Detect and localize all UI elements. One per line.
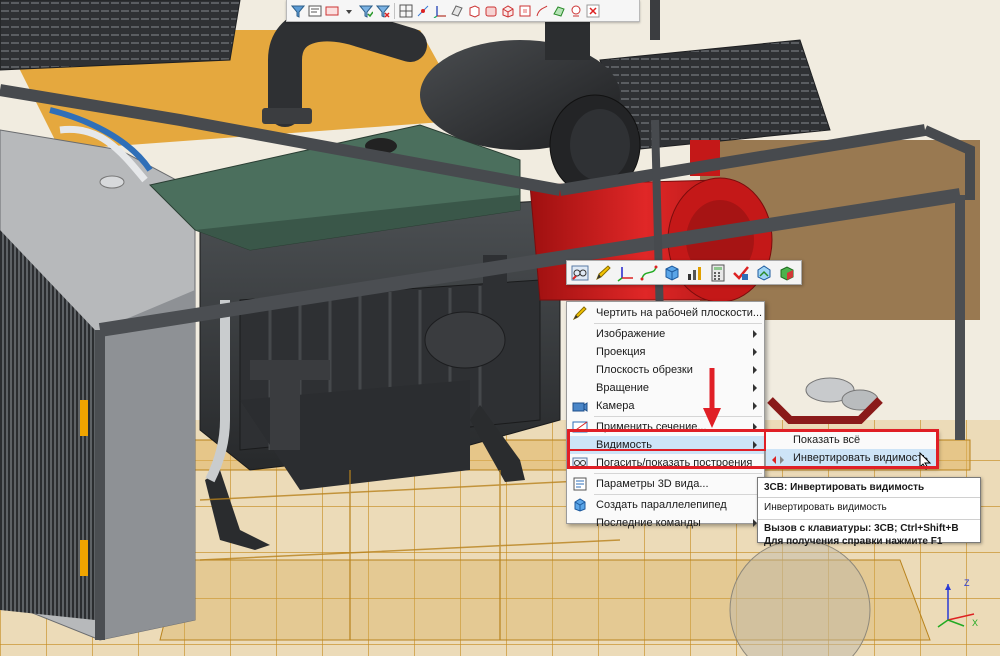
grid-icon[interactable] [398, 3, 414, 19]
filter-check-icon[interactable] [358, 3, 374, 19]
menu-item-label: Изображение [596, 328, 666, 340]
menu-item-label: Камера [596, 400, 635, 412]
menu-separator [594, 494, 762, 495]
menu-item-clipping-plane[interactable]: Плоскость обрезки [567, 361, 764, 379]
curve-icon[interactable] [639, 263, 659, 283]
point-icon[interactable] [415, 3, 431, 19]
box-icon [572, 498, 588, 512]
cube-icon[interactable] [662, 263, 682, 283]
surface-icon[interactable] [551, 3, 567, 19]
tooltip-divider [758, 497, 980, 498]
pencil-icon[interactable] [593, 263, 613, 283]
menu-item-label: Последние команды [596, 517, 701, 529]
menu-item-recent-commands[interactable]: Последние команды [567, 514, 764, 532]
params-icon [572, 477, 588, 491]
menu-item-label: Плоскость обрезки [596, 364, 693, 376]
context-menu: Чертить на рабочей плоскости... Изображе… [566, 301, 765, 529]
menu-item-rotation[interactable]: Вращение [567, 379, 764, 397]
tooltip-description: Инвертировать видимость [764, 502, 887, 513]
menu-item-create-box[interactable]: Создать параллелепипед [567, 496, 764, 514]
menu-item-image[interactable]: Изображение [567, 325, 764, 343]
menu-item-3d-view-params[interactable]: Параметры 3D вида... [567, 475, 764, 493]
checkmark-icon[interactable] [731, 263, 751, 283]
shell-icon[interactable] [517, 3, 533, 19]
menu-item-label: Проекция [596, 346, 646, 358]
menu-separator [594, 416, 762, 417]
menu-item-label: Параметры 3D вида... [596, 478, 709, 490]
menu-item-camera[interactable]: Камера [567, 397, 764, 415]
sketch-icon[interactable] [534, 3, 550, 19]
measure-icon[interactable] [685, 263, 705, 283]
axis-icon[interactable] [432, 3, 448, 19]
menu-item-label: Вращение [596, 382, 649, 394]
menu-item-projection[interactable]: Проекция [567, 343, 764, 361]
filter-icon[interactable] [290, 3, 306, 19]
3d-viewport[interactable] [0, 0, 1000, 656]
axis-triad: Z X [937, 578, 978, 628]
menu-separator [594, 473, 762, 474]
calculator-icon[interactable] [708, 263, 728, 283]
menu-item-label: Чертить на рабочей плоскости... [596, 307, 763, 319]
menu-item-label: Создать параллелепипед [596, 499, 727, 511]
body-icon[interactable] [483, 3, 499, 19]
tooltip-help: Для получения справки нажмите F1 [764, 536, 943, 547]
plane-icon[interactable] [449, 3, 465, 19]
tooltip-divider [758, 519, 980, 520]
menu-item-draw-on-workplane[interactable]: Чертить на рабочей плоскости... [567, 304, 764, 322]
filter-x-icon[interactable] [375, 3, 391, 19]
box-icon[interactable] [500, 3, 516, 19]
context-mini-toolbar [566, 260, 802, 285]
pencil-icon [572, 306, 588, 321]
glasses-icon[interactable] [570, 263, 590, 283]
camera-icon [572, 399, 588, 413]
select-dropdown-icon[interactable] [341, 3, 357, 19]
toolbar-separator [394, 2, 395, 19]
tooltip-title: 3CB: Инвертировать видимость [764, 482, 925, 493]
cross-icon[interactable] [585, 3, 601, 19]
command-tooltip: 3CB: Инвертировать видимость Инвертирова… [757, 477, 981, 547]
text-icon[interactable] [568, 3, 584, 19]
tooltip-shortcut: Вызов с клавиатуры: 3CB; Ctrl+Shift+B [764, 523, 959, 534]
menu-separator [594, 323, 762, 324]
highlight-menu-item-frame [568, 429, 766, 451]
top-toolbar [286, 0, 640, 22]
axis-label-x: X [972, 618, 978, 628]
red-arrow-icon [703, 368, 721, 428]
filter-edit-icon[interactable] [307, 3, 323, 19]
engine-model-scene [0, 0, 1000, 656]
select-frame-icon[interactable] [324, 3, 340, 19]
view-icon[interactable] [754, 263, 774, 283]
solid-icon[interactable] [466, 3, 482, 19]
color-cube-icon[interactable] [777, 263, 797, 283]
axis-label-z: Z [964, 578, 970, 588]
axis-icon[interactable] [616, 263, 636, 283]
